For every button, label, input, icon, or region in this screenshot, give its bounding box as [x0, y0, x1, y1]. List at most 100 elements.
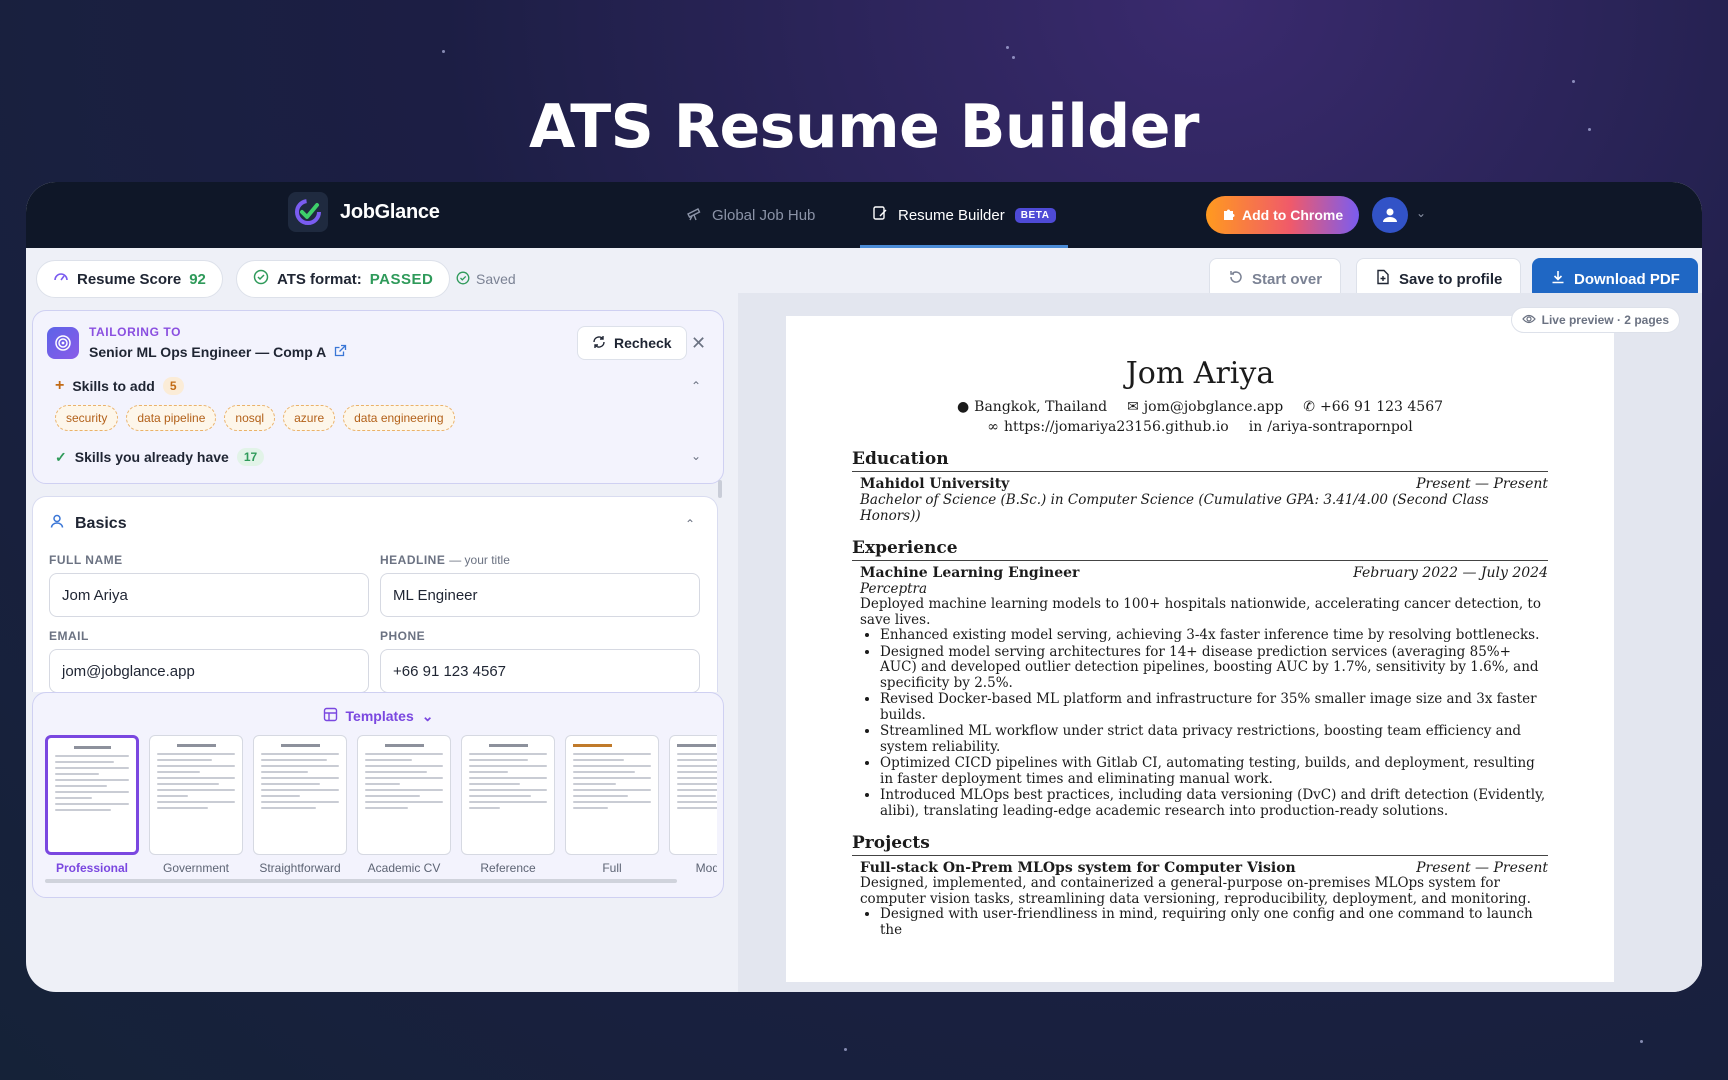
- template-straightforward[interactable]: Straightforward: [253, 735, 347, 875]
- tab-label: Global Job Hub: [712, 206, 816, 224]
- download-pdf-label: Download PDF: [1574, 270, 1680, 288]
- template-reference[interactable]: Reference: [461, 735, 555, 875]
- skill-chip[interactable]: security: [55, 405, 119, 431]
- star-decoration: [844, 1048, 847, 1051]
- mail-icon: ✉: [1127, 399, 1139, 415]
- project-summary: Designed, implemented, and containerized…: [860, 875, 1531, 907]
- form-scrollbar[interactable]: [718, 480, 722, 498]
- external-link-icon[interactable]: [334, 344, 347, 360]
- start-over-label: Start over: [1252, 270, 1323, 288]
- template-professional[interactable]: Professional: [45, 735, 139, 875]
- experience-bullet: Designed model serving architectures for…: [880, 644, 1548, 692]
- tailoring-role-title: Senior ML Ops Engineer — Comp A: [89, 344, 327, 360]
- skills-to-add-chips: security data pipeline nosql azure data …: [55, 405, 455, 431]
- chevron-up-icon[interactable]: ⌃: [691, 379, 701, 393]
- top-nav: JobGlance Global Job Hub Resume Builder …: [26, 182, 1702, 248]
- phone-label: PHONE: [380, 629, 426, 643]
- skill-chip[interactable]: data pipeline: [126, 405, 217, 431]
- project-bullets: Designed with user-friendliness in mind,…: [860, 906, 1548, 938]
- user-icon: [1383, 208, 1397, 222]
- template-academic-cv[interactable]: Academic CV: [357, 735, 451, 875]
- template-list: Professional Government Straightforward …: [45, 735, 717, 875]
- template-preview: [461, 735, 555, 855]
- add-to-chrome-button[interactable]: Add to Chrome: [1206, 196, 1360, 234]
- email-field[interactable]: jom@jobglance.app: [49, 649, 369, 693]
- experience-bullet: Enhanced existing model serving, achievi…: [880, 628, 1548, 644]
- tab-global-job-hub[interactable]: Global Job Hub: [686, 182, 815, 248]
- template-full[interactable]: Full: [565, 735, 659, 875]
- full-name-field[interactable]: Jom Ariya: [49, 573, 369, 617]
- headline-field[interactable]: ML Engineer: [380, 573, 700, 617]
- education-dates: Present — Present: [1416, 476, 1548, 492]
- tailoring-role: Senior ML Ops Engineer — Comp A: [89, 344, 347, 360]
- ats-status-pill: ATS format: PASSED: [236, 260, 451, 298]
- template-name: Reference: [480, 861, 536, 875]
- phone-field[interactable]: +66 91 123 4567: [380, 649, 700, 693]
- gauge-icon: [53, 269, 69, 289]
- logo-check-icon: [288, 192, 328, 232]
- brand-logo[interactable]: JobGlance: [288, 192, 440, 232]
- chevron-down-icon[interactable]: ⌄: [1416, 206, 1426, 220]
- resume-website: ∞ https://jomariya23156.github.io: [987, 419, 1228, 435]
- skills-you-have-toggle[interactable]: ✓ Skills you already have 17: [55, 448, 265, 466]
- skill-chip[interactable]: azure: [283, 405, 336, 431]
- puzzle-icon: [1222, 207, 1236, 224]
- check-circle-icon: [253, 269, 269, 289]
- tab-resume-builder[interactable]: Resume Builder BETA: [860, 182, 1068, 248]
- phone-icon: ✆: [1303, 399, 1315, 415]
- plus-icon: +: [55, 377, 65, 394]
- education-entry: Mahidol University Present — Present Bac…: [852, 476, 1548, 524]
- chevron-down-icon: ⌄: [421, 707, 434, 724]
- eye-icon: [1521, 312, 1536, 329]
- headline-hint: — your title: [449, 553, 510, 567]
- brand-name: JobGlance: [340, 200, 440, 223]
- template-government[interactable]: Government: [149, 735, 243, 875]
- tailoring-card: TAILORING TO Senior ML Ops Engineer — Co…: [32, 310, 724, 484]
- experience-bullets: Enhanced existing model serving, achievi…: [860, 628, 1548, 819]
- resume-name: Jom Ariya: [1125, 356, 1275, 391]
- tailoring-kicker: TAILORING TO: [89, 325, 182, 339]
- project-dates: Present — Present: [1416, 860, 1548, 877]
- experience-role: Machine Learning Engineer: [860, 565, 1080, 581]
- target-icon: [47, 327, 79, 359]
- experience-dates: February 2022 — July 2024: [1353, 565, 1548, 581]
- full-name-label: FULL NAME: [49, 553, 123, 567]
- templates-panel: Templates ⌄ Professional Government Stra…: [32, 692, 724, 898]
- ats-value: PASSED: [369, 270, 434, 288]
- chevron-down-icon[interactable]: ⌄: [691, 449, 701, 463]
- live-preview-badge: Live preview · 2 pages: [1510, 307, 1680, 333]
- star-decoration: [442, 50, 445, 53]
- map-pin-icon: ●: [956, 399, 970, 415]
- resume-page: Jom Ariya ● Bangkok, Thailand ✉ jom@jobgla…: [786, 316, 1614, 982]
- close-icon[interactable]: ✕: [691, 333, 706, 354]
- resume-section-education: Education: [852, 449, 1548, 472]
- templates-toggle[interactable]: Templates ⌄: [33, 707, 723, 725]
- skill-chip[interactable]: data engineering: [343, 405, 455, 431]
- recheck-button[interactable]: Recheck: [577, 326, 687, 360]
- template-scrollbar[interactable]: [45, 879, 677, 883]
- experience-bullet: Revised Docker-based ML platform and inf…: [880, 691, 1548, 723]
- skills-to-add-toggle[interactable]: + Skills to add 5: [55, 377, 184, 395]
- resume-location-text: Bangkok, Thailand: [974, 399, 1108, 415]
- template-name: Government: [162, 861, 230, 875]
- star-decoration: [1006, 46, 1009, 49]
- recheck-label: Recheck: [614, 335, 672, 351]
- user-avatar[interactable]: [1372, 197, 1408, 233]
- file-plus-icon: [1375, 269, 1391, 289]
- resume-section-experience: Experience: [852, 538, 1548, 561]
- refresh-icon: [592, 335, 606, 352]
- chevron-up-icon[interactable]: ⌃: [685, 517, 695, 531]
- template-name: Academic CV: [367, 861, 441, 875]
- experience-bullet: Streamlined ML workflow under strict dat…: [880, 723, 1548, 755]
- edit-document-icon: [872, 205, 888, 225]
- project-entry: Full-stack On-Prem MLOps system for Comp…: [852, 860, 1548, 938]
- check-circle-icon: [456, 271, 470, 288]
- skill-chip[interactable]: nosql: [224, 405, 276, 431]
- basics-header[interactable]: Basics: [49, 513, 127, 534]
- template-modern[interactable]: Modern: [669, 735, 717, 875]
- tab-label: Resume Builder: [898, 206, 1005, 224]
- star-decoration: [1640, 1040, 1643, 1043]
- experience-bullet: Optimized CICD pipelines with Gitlab CI,…: [880, 755, 1548, 787]
- resume-links-row: ∞ https://jomariya23156.github.io in/ariy…: [852, 419, 1548, 435]
- experience-summary: Deployed machine learning models to 100+…: [860, 596, 1541, 628]
